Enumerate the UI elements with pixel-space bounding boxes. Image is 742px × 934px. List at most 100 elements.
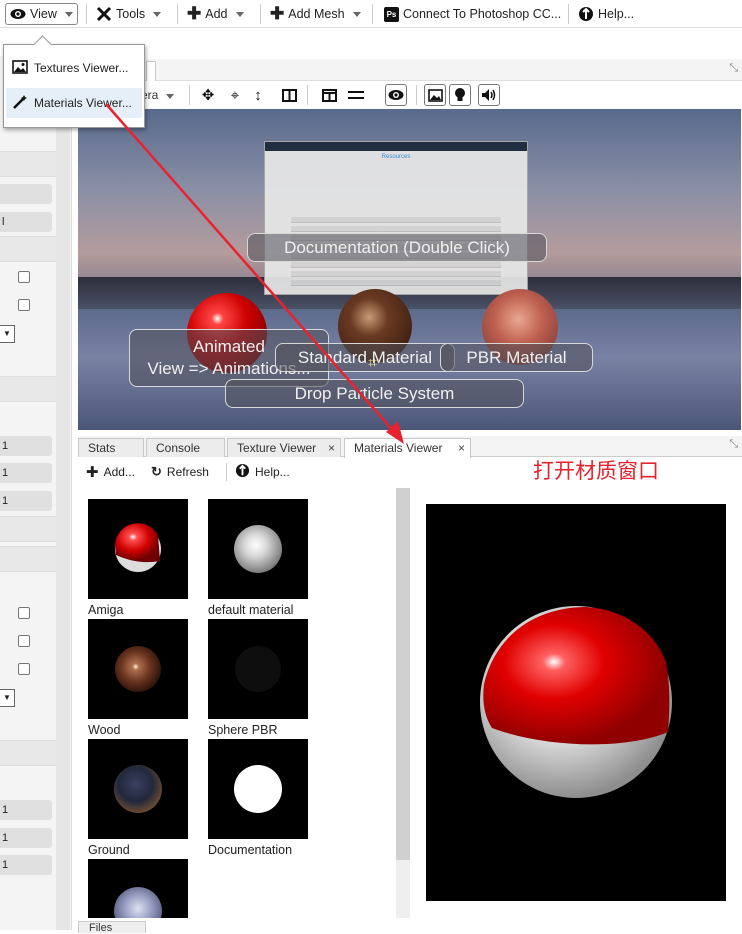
material-thumbnail-amiga[interactable] — [88, 499, 188, 599]
image-icon — [12, 59, 28, 77]
toolbar-divider — [307, 85, 308, 105]
material-thumbnail-ground[interactable] — [88, 739, 188, 839]
panel-section-header[interactable] — [0, 236, 56, 262]
materials-grid-scroll-track[interactable] — [396, 860, 410, 918]
toolbar-divider — [416, 85, 417, 105]
panel-section-header[interactable] — [0, 546, 56, 572]
panel-section-header[interactable] — [0, 151, 56, 177]
toolbar-divider — [568, 4, 569, 24]
material-name: Documentation — [208, 843, 293, 857]
material-name: Wood — [88, 723, 121, 737]
material-name: Amiga — [88, 603, 124, 617]
property-field[interactable]: 1 — [0, 800, 52, 820]
property-field[interactable]: 1 — [0, 463, 52, 483]
photoshop-icon: Ps — [384, 6, 399, 22]
annotation-text: 打开材质窗口 — [533, 460, 659, 483]
scene-viewport[interactable]: Resources Documentation (Double Click) A… — [78, 109, 741, 430]
doc-line — [291, 262, 501, 268]
property-field[interactable]: 1 — [0, 828, 52, 848]
toolbar-divider — [226, 463, 227, 481]
bottom-tab-bar: Stats Console Texture Viewer × Materials… — [78, 436, 742, 458]
refresh-button[interactable]: ↻ Refresh — [151, 463, 209, 481]
property-checkbox[interactable] — [18, 299, 30, 311]
documentation-screen[interactable]: Resources — [264, 141, 528, 295]
split-view-icon[interactable] — [278, 84, 300, 106]
tools-menu-button[interactable]: Tools — [96, 3, 162, 25]
property-checkbox[interactable] — [18, 271, 30, 283]
crosshair-icon[interactable]: ⌖ — [224, 84, 246, 106]
materials-help-label: Help... — [255, 465, 290, 479]
material-thumbnail-sphere-pbr[interactable] — [208, 619, 308, 719]
property-checkbox[interactable] — [18, 635, 30, 647]
photoshop-label: Connect To Photoshop CC... — [403, 7, 562, 21]
photoshop-button[interactable]: Ps Connect To Photoshop CC... — [384, 3, 561, 25]
property-field[interactable]: l — [0, 212, 52, 232]
lightbulb-icon[interactable] — [449, 84, 471, 106]
close-icon[interactable]: × — [458, 439, 465, 457]
maximize-icon[interactable]: ⤡ — [729, 62, 738, 75]
property-select[interactable]: ▼ — [0, 689, 15, 707]
material-preview[interactable] — [426, 504, 726, 901]
tab-files[interactable]: Files — [78, 921, 146, 934]
left-panel-scrollbar[interactable] — [56, 126, 70, 930]
view-menu-label: View — [30, 7, 57, 21]
help-button[interactable]: Help... — [578, 3, 634, 25]
scene-toolbar: era ✥ ⌖ ↕ — [78, 81, 742, 109]
property-field[interactable]: 1 — [0, 491, 52, 511]
property-field[interactable] — [0, 184, 52, 204]
panel-section-header[interactable] — [0, 516, 56, 542]
add-material-button[interactable]: ✚ Add... — [86, 463, 135, 481]
scene-tab[interactable] — [146, 61, 156, 81]
plus-icon: ✚ — [86, 464, 99, 481]
toolbar-divider — [260, 4, 261, 24]
maximize-icon[interactable]: ⤡ — [729, 438, 738, 451]
property-field[interactable]: 1 — [0, 855, 52, 875]
pbr-material-label[interactable]: PBR Material — [440, 343, 593, 372]
panel-section-header[interactable] — [0, 740, 56, 766]
material-thumbnail-default[interactable] — [208, 499, 308, 599]
image-icon[interactable] — [424, 84, 446, 106]
material-thumbnail-documentation[interactable] — [208, 739, 308, 839]
columns-icon[interactable] — [318, 84, 340, 106]
chevron-down-icon — [64, 11, 73, 17]
refresh-label: Refresh — [166, 465, 209, 479]
particle-system-label[interactable]: Drop Particle System — [225, 379, 524, 408]
add-menu-button[interactable]: ✚ Add — [187, 3, 244, 25]
eye-icon — [10, 8, 26, 20]
materials-grid-scrollbar[interactable] — [396, 488, 410, 860]
materials-help-button[interactable]: Help... — [235, 463, 290, 481]
property-checkbox[interactable] — [18, 663, 30, 675]
tab-texture-viewer[interactable]: Texture Viewer × — [227, 438, 341, 457]
tab-stats[interactable]: Stats — [78, 438, 144, 457]
cursor-icon: ⌗ — [368, 355, 378, 372]
equals-icon[interactable] — [345, 84, 367, 106]
standard-material-label[interactable]: Standard Material — [275, 343, 455, 372]
property-field[interactable]: 1 — [0, 436, 52, 456]
help-label: Help... — [598, 7, 635, 21]
sound-icon[interactable] — [478, 84, 500, 106]
property-checkbox[interactable] — [18, 607, 30, 619]
material-thumbnail-wood[interactable] — [88, 619, 188, 719]
menu-item-materials-viewer[interactable]: Materials Viewer... — [6, 88, 142, 118]
camera-select[interactable]: era — [141, 88, 174, 102]
move-icon[interactable]: ✥ — [197, 84, 219, 106]
tab-materials-viewer[interactable]: Materials Viewer × — [344, 438, 471, 458]
menu-item-label: Materials Viewer... — [34, 96, 132, 110]
tab-console[interactable]: Console — [146, 438, 225, 457]
doc-line — [291, 217, 501, 223]
add-mesh-menu-button[interactable]: ✚ Add Mesh — [270, 3, 361, 25]
documentation-label[interactable]: Documentation (Double Click) — [247, 233, 547, 262]
menu-item-textures-viewer[interactable]: Textures Viewer... — [6, 53, 142, 83]
doc-line — [291, 280, 501, 286]
property-select[interactable]: ▼ — [0, 325, 15, 343]
add-material-label: Add... — [103, 465, 135, 479]
panel-section-header[interactable] — [0, 376, 56, 402]
doc-line — [291, 271, 501, 277]
eye-icon[interactable] — [385, 84, 407, 106]
close-icon[interactable]: × — [328, 439, 335, 457]
vertical-scale-icon[interactable]: ↕ — [247, 84, 269, 106]
material-thumbnail-sky[interactable] — [88, 859, 188, 918]
view-menu-button[interactable]: View — [5, 3, 78, 25]
plus-icon: ✚ — [187, 4, 202, 23]
chevron-down-icon — [352, 11, 361, 17]
